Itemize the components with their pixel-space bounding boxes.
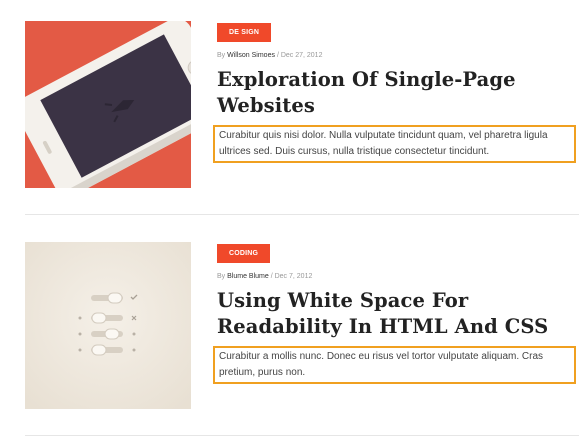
post-meta: By Blume Blume / Dec 7, 2012 bbox=[217, 273, 312, 280]
post-date: / Dec 7, 2012 bbox=[270, 273, 313, 280]
divider bbox=[25, 214, 579, 215]
post-thumbnail[interactable] bbox=[25, 21, 191, 188]
meta-by: By bbox=[217, 52, 226, 59]
author-link[interactable]: Blume Blume bbox=[227, 273, 269, 280]
post-excerpt: Curabitur quis nisi dolor. Nulla vulputa… bbox=[213, 125, 576, 163]
category-badge[interactable]: CODING bbox=[217, 244, 271, 263]
author-link[interactable]: Willson Simoes bbox=[227, 52, 275, 59]
phone-illustration-icon bbox=[25, 21, 191, 188]
post-info: DE SIGN By Willson Simoes / Dec 27, 2012… bbox=[213, 21, 579, 163]
post-info: CODING By Blume Blume / Dec 7, 2012 Usin… bbox=[213, 242, 579, 384]
post-date: / Dec 27, 2012 bbox=[276, 52, 323, 59]
post-title[interactable]: Using White Space For Readability In HTM… bbox=[217, 288, 577, 340]
meta-by: By bbox=[217, 273, 226, 280]
post-excerpt: Curabitur a mollis nunc. Donec eu risus … bbox=[213, 346, 576, 384]
post-meta: By Willson Simoes / Dec 27, 2012 bbox=[217, 52, 322, 59]
category-badge[interactable]: DE SIGN bbox=[217, 23, 272, 42]
post-thumbnail[interactable] bbox=[25, 242, 191, 409]
toggle-switches-illustration-icon bbox=[25, 242, 191, 409]
post-title[interactable]: Exploration Of Single-Page Websites bbox=[217, 67, 577, 119]
